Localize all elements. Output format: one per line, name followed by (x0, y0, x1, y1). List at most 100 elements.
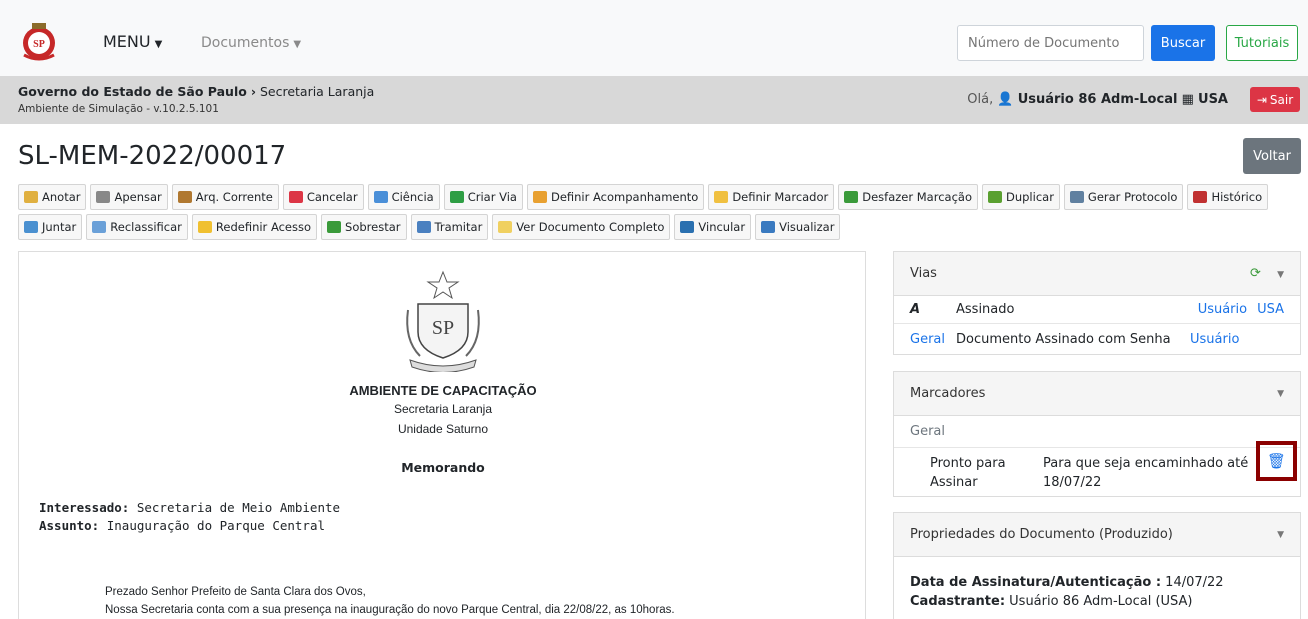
main-menu-button[interactable]: MENU ▼ (103, 32, 162, 51)
state-crest-logo[interactable]: SP (18, 21, 60, 63)
marcador-description: Para que seja encaminhado até 18/07/22 (1043, 456, 1249, 490)
cancelar-button[interactable]: Cancelar (282, 184, 364, 210)
toolbar-button-label: Criar Via (467, 190, 517, 204)
anotar-button[interactable]: Anotar (18, 184, 87, 210)
document-unidade: Unidade Saturno (397, 422, 489, 436)
toolbar-button-label: Definir Marcador (732, 190, 829, 204)
vias-panel-header[interactable]: Vias ⟳ ▼ (894, 252, 1300, 296)
toolbar-button-label: Histórico (1211, 190, 1263, 204)
marcador-item: Pronto para Assinar Para que seja encami… (894, 448, 1300, 496)
document-number-input[interactable] (957, 25, 1144, 61)
gerar-protocolo-icon (1069, 191, 1084, 203)
definir-acompanhamento-button[interactable]: Definir Acompanhamento (526, 184, 705, 210)
chevron-down-icon[interactable]: ▼ (1277, 389, 1284, 399)
apensar-button[interactable]: Apensar (90, 184, 168, 210)
user-greeting: Olá, 👤 Usuário 86 Adm-Local ▦ USA (967, 92, 1228, 107)
propriedades-panel: Propriedades do Documento (Produzido) ▼ … (893, 512, 1301, 619)
ciencia-icon (373, 191, 388, 203)
definir-marcador-icon (714, 191, 729, 203)
redefinir-acesso-button[interactable]: Redefinir Acesso (191, 214, 318, 240)
via-row: A Assinado Usuário USA (894, 296, 1300, 324)
toolbar-button-label: Arq. Corrente (195, 190, 273, 204)
vias-title: Vias (910, 266, 937, 281)
ciencia-button[interactable]: Ciência (367, 184, 440, 210)
duplicar-button[interactable]: Duplicar (981, 184, 1060, 210)
assunto-line: Assunto: Inauguração do Parque Central (39, 518, 325, 533)
toolbar-button-label: Duplicar (1005, 190, 1054, 204)
document-secretaria: Secretaria Laranja (393, 402, 493, 416)
reclassificar-icon (92, 221, 107, 233)
toolbar-button-label: Anotar (42, 190, 81, 204)
logout-label: Sair (1269, 92, 1294, 107)
document-environment-heading: AMBIENTE DE CAPACITAÇÃO (349, 383, 537, 398)
toolbar-button-label: Sobrestar (345, 220, 401, 234)
desfazer-marcacao-button[interactable]: Desfazer Marcação (838, 184, 978, 210)
historico-button[interactable]: Histórico (1187, 184, 1269, 210)
via-status: Documento Assinado com Senha (956, 331, 1171, 347)
toolbar-button-label: Vincular (698, 220, 746, 234)
definir-marcador-button[interactable]: Definir Marcador (708, 184, 835, 210)
historico-icon (1193, 191, 1208, 203)
visualizar-button[interactable]: Visualizar (755, 214, 841, 240)
toolbar-row-1: Anotar Apensar Arq. Corrente Cancelar Ciênci… (18, 184, 1308, 210)
gerar-protocolo-button[interactable]: Gerar Protocolo (1063, 184, 1184, 210)
documents-menu-button[interactable]: Documentos ▼ (201, 35, 301, 51)
user-name: Usuário 86 Adm-Local (1017, 92, 1178, 107)
reclassificar-button[interactable]: Reclassificar (86, 214, 188, 240)
toolbar-button-label: Ver Documento Completo (516, 220, 665, 234)
sobrestar-button[interactable]: Sobrestar (321, 214, 407, 240)
desfazer-marcacao-icon (844, 191, 859, 203)
chevron-down-icon: ▼ (154, 39, 163, 50)
document-type: Memorando (401, 460, 485, 475)
anotar-icon (24, 191, 38, 203)
logout-icon: ⇥ (1256, 92, 1267, 107)
marcadores-panel-header[interactable]: Marcadores ▼ (894, 372, 1300, 416)
toolbar-button-label: Redefinir Acesso (215, 220, 312, 234)
toolbar-button-label: Juntar (42, 220, 77, 234)
logout-button[interactable]: ⇥ Sair (1250, 87, 1300, 112)
via-user-link[interactable]: Usuário (1190, 332, 1239, 347)
cancelar-icon (288, 191, 303, 203)
building-icon: ▦ (1181, 92, 1194, 107)
cadastrante-line: Cadastrante: Usuário 86 Adm-Local (USA) (910, 592, 1284, 611)
via-scope-link[interactable]: Geral (910, 332, 956, 347)
juntar-icon (24, 221, 38, 233)
search-button[interactable]: Buscar (1151, 25, 1215, 61)
toolbar-button-label: Definir Acompanhamento (550, 190, 699, 204)
tramitar-button[interactable]: Tramitar (410, 214, 489, 240)
chevron-down-icon[interactable]: ▼ (1277, 530, 1284, 540)
marcadores-group: Geral (894, 416, 1300, 448)
marcador-name: Pronto para Assinar (930, 456, 1006, 490)
toolbar-button-label: Reclassificar (110, 220, 182, 234)
tutorials-button[interactable]: Tutoriais (1226, 25, 1298, 61)
vias-panel: Vias ⟳ ▼ A Assinado Usuário USA Geral Do… (893, 251, 1301, 355)
delete-marcador-button[interactable]: 🗑 (1256, 441, 1297, 481)
back-button[interactable]: Voltar (1243, 138, 1301, 174)
chevron-down-icon[interactable]: ▼ (1277, 270, 1284, 280)
top-navbar: SP MENU▼ Documentos▼ Buscar Tutoriais (0, 0, 1308, 83)
juntar-button[interactable]: Juntar (18, 214, 83, 240)
via-user-link[interactable]: Usuário (1198, 302, 1247, 317)
ver-documento-completo-button[interactable]: Ver Documento Completo (492, 214, 671, 240)
salutation: Prezado Senhor Prefeito de Santa Clara d… (105, 586, 366, 598)
page-title: SL-MEM-2022/00017 (18, 141, 287, 171)
context-bar: Governo do Estado de São Paulo › Secreta… (0, 76, 1308, 124)
toolbar-button-label: Cancelar (306, 190, 358, 204)
assinatura-value: 14/07/22 (1165, 575, 1224, 590)
user-unit: USA (1198, 92, 1228, 107)
breadcrumb: Governo do Estado de São Paulo › Secreta… (18, 84, 374, 99)
criar-via-button[interactable]: Criar Via (443, 184, 523, 210)
toolbar-button-label: Gerar Protocolo (1087, 190, 1178, 204)
user-icon: 👤 (997, 92, 1014, 107)
trash-icon: 🗑 (1266, 452, 1287, 470)
svg-text:SP: SP (33, 39, 45, 50)
toolbar-button-label: Ciência (391, 190, 434, 204)
refresh-icon[interactable]: ⟳ (1250, 266, 1261, 281)
ver-documento-completo-icon (498, 221, 513, 233)
arq-corrente-button[interactable]: Arq. Corrente (171, 184, 279, 210)
redefinir-acesso-icon (197, 221, 212, 233)
via-unit-link[interactable]: USA (1257, 302, 1284, 317)
cadastrante-value: Usuário 86 Adm-Local (USA) (1009, 594, 1193, 609)
vincular-button[interactable]: Vincular (674, 214, 752, 240)
propriedades-panel-header[interactable]: Propriedades do Documento (Produzido) ▼ (894, 513, 1300, 557)
